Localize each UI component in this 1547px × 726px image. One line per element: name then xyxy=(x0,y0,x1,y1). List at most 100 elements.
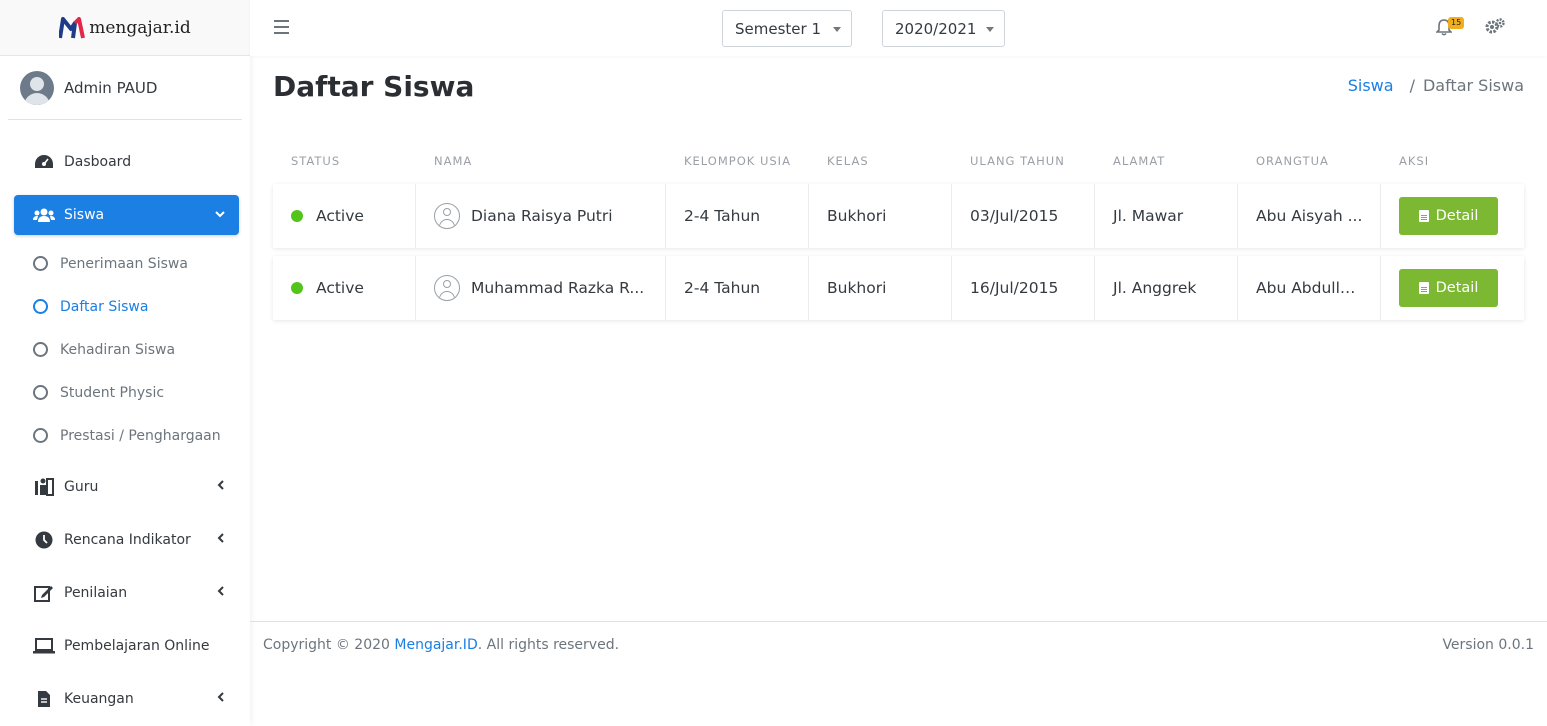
column-header: AKSI xyxy=(1399,154,1430,168)
footer-link[interactable]: Mengajar.ID xyxy=(394,637,477,653)
notification-badge: 15 xyxy=(1448,17,1465,29)
semester-select[interactable]: Semester 1 xyxy=(722,10,852,47)
gears-icon[interactable] xyxy=(1484,17,1506,39)
breadcrumb-current: Daftar Siswa xyxy=(1422,76,1524,95)
status-dot xyxy=(291,210,303,222)
breadcrumb-link-siswa[interactable]: Siswa xyxy=(1348,76,1394,95)
sidebar-subitem-student-physic[interactable]: Student Physic xyxy=(0,371,250,414)
laptop-icon xyxy=(33,636,55,656)
chevron-down-icon xyxy=(215,207,225,221)
detail-button-label: Detail xyxy=(1435,208,1479,224)
year-select[interactable]: 2020/2021 xyxy=(882,10,1005,47)
users-icon xyxy=(33,205,55,225)
chevron-left-icon xyxy=(217,691,225,705)
sidebar-nav: Dasboard Siswa Penerimaan Siswa Daftar S… xyxy=(0,142,250,719)
sidebar-item-label: Dasboard xyxy=(64,154,132,170)
status-cell: Active xyxy=(273,256,416,320)
breadcrumb-separator: / xyxy=(1409,76,1415,95)
semester-select-value: Semester 1 xyxy=(735,19,821,38)
sidebar-item-penilaian[interactable]: Penilaian xyxy=(14,573,239,613)
menu-toggle-icon[interactable] xyxy=(274,20,289,38)
circle-icon xyxy=(33,299,48,314)
class-cell: Bukhori xyxy=(809,184,952,248)
brand-name: mengajar.id xyxy=(89,17,191,38)
birthday-cell: 03/Jul/2015 xyxy=(952,184,1095,248)
parent-name: Abu Aisyah ... xyxy=(1256,207,1363,225)
file-icon xyxy=(1418,282,1429,294)
sidebar-item-guru[interactable]: Guru xyxy=(14,467,239,507)
detail-button[interactable]: Detail xyxy=(1399,269,1498,307)
chevron-left-icon xyxy=(217,532,225,546)
user-icon xyxy=(434,203,460,229)
student-name: Diana Raisya Putri xyxy=(471,207,613,225)
sidebar-item-pembelajaran-online[interactable]: Pembelajaran Online xyxy=(14,626,239,666)
logo-icon xyxy=(59,16,86,39)
sidebar-item-label: Siswa xyxy=(64,207,105,223)
copyright-prefix: Copyright © 2020 xyxy=(263,637,395,653)
circle-icon xyxy=(33,385,48,400)
students-table: STATUS NAMA KELOMPOK USIA KELAS ULANG TA… xyxy=(273,134,1524,328)
topbar: Semester 1 2020/2021 15 xyxy=(250,0,1547,56)
table-row: Active Muhammad Razka R... 2-4 Tahun Buk… xyxy=(273,256,1524,320)
sidebar-subitem-penerimaan-siswa[interactable]: Penerimaan Siswa xyxy=(0,242,250,285)
sidebar-item-label: Penerimaan Siswa xyxy=(60,255,188,272)
footer: Copyright © 2020 Mengajar.ID. All rights… xyxy=(250,621,1547,726)
sidebar-item-siswa[interactable]: Siswa xyxy=(14,195,239,235)
user-panel[interactable]: Admin PAUD xyxy=(8,56,242,120)
name-cell: Diana Raisya Putri xyxy=(416,184,666,248)
sidebar-item-keuangan[interactable]: Keuangan xyxy=(14,679,239,719)
edit-icon xyxy=(33,583,55,603)
sidebar-subitem-prestasi[interactable]: Prestasi / Penghargaan xyxy=(0,414,250,457)
caret-down-icon xyxy=(833,27,841,32)
sidebar-item-rencana-indikator[interactable]: Rencana Indikator xyxy=(14,520,239,560)
class-cell: Bukhori xyxy=(809,256,952,320)
brand[interactable]: mengajar.id xyxy=(0,0,250,56)
birthday-cell: 16/Jul/2015 xyxy=(952,256,1095,320)
copyright-suffix: . All rights reserved. xyxy=(477,637,620,653)
column-header: KELOMPOK USIA xyxy=(684,154,791,168)
caret-down-icon xyxy=(986,27,994,32)
page-title: Daftar Siswa xyxy=(273,70,475,103)
year-select-value: 2020/2021 xyxy=(895,19,977,38)
sidebar: mengajar.id Admin PAUD Dasboard Siswa Pe… xyxy=(0,0,250,726)
sidebar-item-label: Pembelajaran Online xyxy=(64,638,210,654)
sidebar-item-label: Guru xyxy=(64,479,99,495)
address-cell: Jl. Anggrek xyxy=(1095,256,1238,320)
siswa-submenu: Penerimaan Siswa Daftar Siswa Kehadiran … xyxy=(0,242,250,457)
avatar xyxy=(20,70,54,105)
action-cell: Detail xyxy=(1381,256,1524,320)
dashboard-icon xyxy=(33,152,55,172)
status-dot xyxy=(291,282,303,294)
file-icon xyxy=(33,689,55,709)
name-cell: Muhammad Razka R... xyxy=(416,256,666,320)
circle-icon xyxy=(33,342,48,357)
column-header: NAMA xyxy=(434,154,473,168)
age-group-cell: 2-4 Tahun xyxy=(666,256,809,320)
copyright: Copyright © 2020 Mengajar.ID. All rights… xyxy=(263,637,619,653)
circle-icon xyxy=(33,428,48,443)
sidebar-subitem-daftar-siswa[interactable]: Daftar Siswa xyxy=(0,285,250,328)
main-content: Daftar Siswa Siswa / Daftar Siswa STATUS… xyxy=(250,56,1547,621)
parent-cell: Abu Abdulla... xyxy=(1238,256,1381,320)
table-header: STATUS NAMA KELOMPOK USIA KELAS ULANG TA… xyxy=(273,134,1524,184)
column-header: STATUS xyxy=(291,154,341,168)
sidebar-item-label: Kehadiran Siswa xyxy=(60,341,176,358)
detail-button[interactable]: Detail xyxy=(1399,197,1498,235)
version-text: Version 0.0.1 xyxy=(1442,637,1534,653)
action-cell: Detail xyxy=(1381,184,1524,248)
sidebar-item-label: Prestasi / Penghargaan xyxy=(60,427,221,444)
sidebar-item-label: Keuangan xyxy=(64,691,134,707)
parent-name: Abu Abdulla... xyxy=(1256,279,1364,297)
sidebar-item-label: Penilaian xyxy=(64,585,128,601)
column-header: ALAMAT xyxy=(1113,154,1166,168)
file-icon xyxy=(1418,210,1429,222)
teacher-icon xyxy=(33,477,55,497)
table-row: Active Diana Raisya Putri 2-4 Tahun Bukh… xyxy=(273,184,1524,248)
sidebar-item-dasboard[interactable]: Dasboard xyxy=(14,142,239,182)
chevron-left-icon xyxy=(217,479,225,493)
student-name: Muhammad Razka R... xyxy=(471,279,645,297)
column-header: ULANG TAHUN xyxy=(970,154,1065,168)
user-name: Admin PAUD xyxy=(64,78,158,97)
sidebar-subitem-kehadiran-siswa[interactable]: Kehadiran Siswa xyxy=(0,328,250,371)
status-cell: Active xyxy=(273,184,416,248)
